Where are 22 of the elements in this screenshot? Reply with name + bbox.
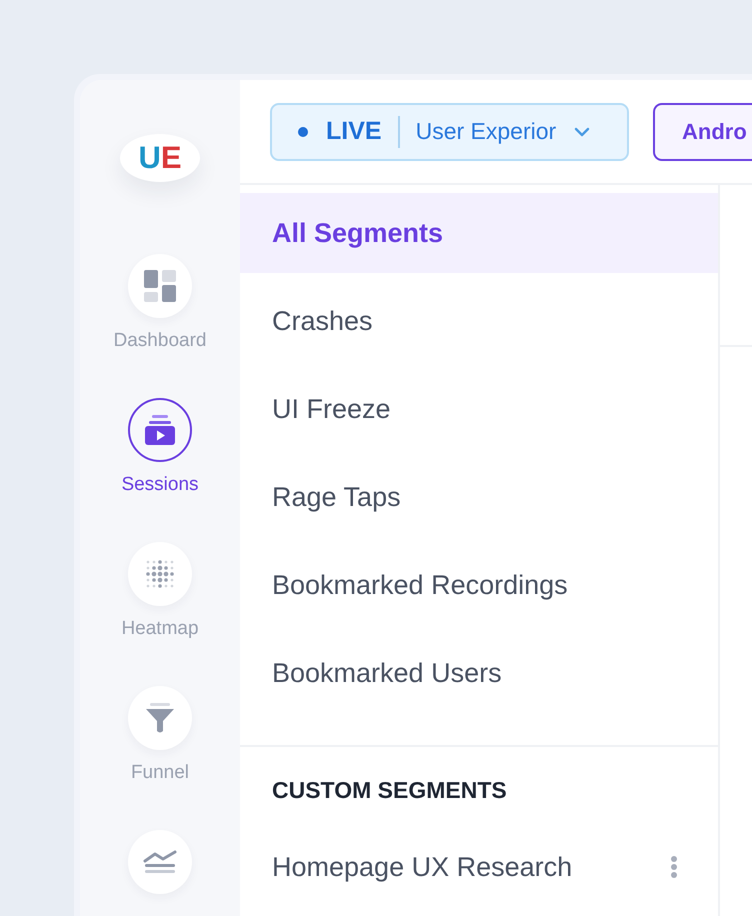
segment-item[interactable]: UI Freeze: [240, 369, 718, 449]
segment-item[interactable]: All Segments: [240, 193, 718, 273]
dot-grid-icon: [144, 559, 175, 589]
more-icon[interactable]: [670, 855, 678, 879]
segment-item[interactable]: Bookmarked Recordings: [240, 545, 718, 625]
trend-lines-icon: [142, 849, 177, 875]
video-stack-icon: [142, 413, 177, 447]
live-label: LIVE: [326, 117, 382, 146]
logo: UE: [120, 134, 200, 182]
app-selector[interactable]: LIVE User Experior: [270, 102, 629, 160]
dashboard-icon: [142, 269, 177, 303]
segment-item[interactable]: Rage Taps: [240, 457, 718, 537]
segment-item[interactable]: Crashes: [240, 281, 718, 361]
nav-label[interactable]: Sessions: [121, 474, 199, 496]
app-name: User Experior: [416, 118, 556, 145]
chevron-down-icon: [574, 126, 590, 136]
custom-segment-item[interactable]: Homepage UX Research: [272, 852, 572, 882]
segment-item[interactable]: Bookmarked Users: [240, 633, 718, 713]
live-dot-icon: [298, 126, 308, 136]
funnel-icon: [144, 702, 176, 734]
platform-button[interactable]: Andro: [653, 102, 752, 160]
section-heading: CUSTOM SEGMENTS: [271, 776, 508, 805]
